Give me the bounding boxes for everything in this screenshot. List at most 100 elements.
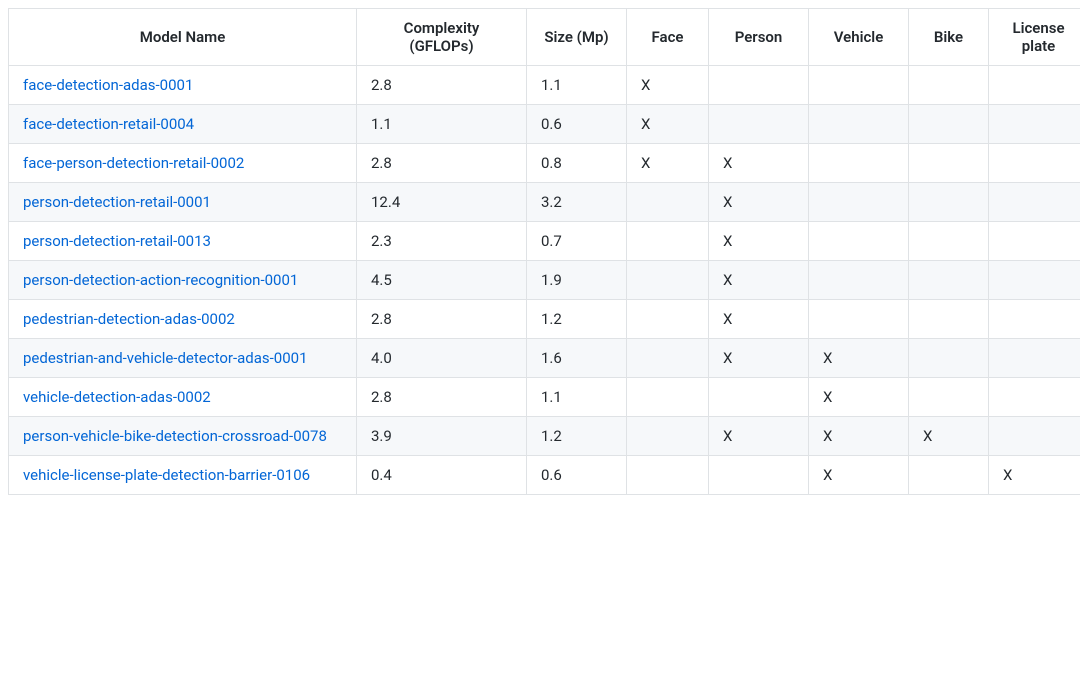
cell-face xyxy=(627,300,709,339)
cell-model-name: person-vehicle-bike-detection-crossroad-… xyxy=(9,417,357,456)
table-row: vehicle-license-plate-detection-barrier-… xyxy=(9,456,1080,495)
model-link[interactable]: vehicle-detection-adas-0002 xyxy=(23,388,211,406)
header-face: Face xyxy=(627,9,709,66)
cell-gflops: 12.4 xyxy=(357,183,527,222)
cell-size: 0.8 xyxy=(527,144,627,183)
cell-model-name: person-detection-retail-0013 xyxy=(9,222,357,261)
cell-gflops: 2.3 xyxy=(357,222,527,261)
model-link[interactable]: person-detection-retail-0013 xyxy=(23,232,211,250)
table-row: pedestrian-detection-adas-0002 2.81.2 X xyxy=(9,300,1080,339)
header-person: Person xyxy=(709,9,809,66)
cell-vehicle: X xyxy=(809,339,909,378)
cell-vehicle: X xyxy=(809,378,909,417)
model-link[interactable]: face-detection-retail-0004 xyxy=(23,115,194,133)
cell-face xyxy=(627,261,709,300)
model-link[interactable]: face-detection-adas-0001 xyxy=(23,76,193,94)
cell-person xyxy=(709,378,809,417)
table-row: pedestrian-and-vehicle-detector-adas-000… xyxy=(9,339,1080,378)
cell-gflops: 1.1 xyxy=(357,105,527,144)
model-link[interactable]: person-detection-action-recognition-0001 xyxy=(23,271,298,289)
cell-gflops: 2.8 xyxy=(357,300,527,339)
cell-vehicle xyxy=(809,105,909,144)
cell-bike xyxy=(909,105,989,144)
cell-model-name: face-detection-adas-0001 xyxy=(9,66,357,105)
table-row: face-detection-retail-0004 1.10.6X xyxy=(9,105,1080,144)
table-row: person-vehicle-bike-detection-crossroad-… xyxy=(9,417,1080,456)
model-link[interactable]: person-detection-retail-0001 xyxy=(23,193,211,211)
cell-vehicle xyxy=(809,261,909,300)
cell-size: 1.2 xyxy=(527,300,627,339)
table-header-row: Model Name Complexity (GFLOPs) Size (Mp)… xyxy=(9,9,1080,66)
header-vehicle: Vehicle xyxy=(809,9,909,66)
table-row: vehicle-detection-adas-0002 2.81.1 X xyxy=(9,378,1080,417)
cell-model-name: face-person-detection-retail-0002 xyxy=(9,144,357,183)
cell-person: X xyxy=(709,261,809,300)
cell-vehicle xyxy=(809,183,909,222)
cell-person xyxy=(709,105,809,144)
cell-bike xyxy=(909,144,989,183)
cell-size: 3.2 xyxy=(527,183,627,222)
cell-model-name: pedestrian-detection-adas-0002 xyxy=(9,300,357,339)
cell-person: X xyxy=(709,144,809,183)
header-complexity: Complexity (GFLOPs) xyxy=(357,9,527,66)
cell-face xyxy=(627,456,709,495)
header-size: Size (Mp) xyxy=(527,9,627,66)
cell-size: 0.6 xyxy=(527,105,627,144)
model-link[interactable]: vehicle-license-plate-detection-barrier-… xyxy=(23,466,310,484)
cell-bike xyxy=(909,183,989,222)
cell-gflops: 2.8 xyxy=(357,144,527,183)
cell-face: X xyxy=(627,144,709,183)
cell-size: 1.1 xyxy=(527,378,627,417)
cell-bike xyxy=(909,261,989,300)
cell-bike xyxy=(909,339,989,378)
cell-size: 1.1 xyxy=(527,66,627,105)
table-row: person-detection-retail-0013 2.30.7 X xyxy=(9,222,1080,261)
cell-bike: X xyxy=(909,417,989,456)
cell-license xyxy=(989,300,1080,339)
cell-size: 1.2 xyxy=(527,417,627,456)
model-link[interactable]: person-vehicle-bike-detection-crossroad-… xyxy=(23,427,327,445)
cell-gflops: 2.8 xyxy=(357,378,527,417)
cell-license xyxy=(989,222,1080,261)
cell-license xyxy=(989,105,1080,144)
cell-face: X xyxy=(627,105,709,144)
cell-face xyxy=(627,378,709,417)
model-link[interactable]: pedestrian-detection-adas-0002 xyxy=(23,310,235,328)
cell-person: X xyxy=(709,339,809,378)
model-link[interactable]: pedestrian-and-vehicle-detector-adas-000… xyxy=(23,349,308,367)
cell-license xyxy=(989,66,1080,105)
cell-license xyxy=(989,339,1080,378)
cell-license xyxy=(989,144,1080,183)
cell-model-name: vehicle-license-plate-detection-barrier-… xyxy=(9,456,357,495)
cell-gflops: 2.8 xyxy=(357,66,527,105)
cell-model-name: vehicle-detection-adas-0002 xyxy=(9,378,357,417)
cell-face xyxy=(627,417,709,456)
cell-vehicle xyxy=(809,300,909,339)
cell-vehicle: X xyxy=(809,456,909,495)
cell-bike xyxy=(909,222,989,261)
cell-size: 0.7 xyxy=(527,222,627,261)
model-link[interactable]: face-person-detection-retail-0002 xyxy=(23,154,244,172)
cell-model-name: person-detection-action-recognition-0001 xyxy=(9,261,357,300)
cell-gflops: 4.0 xyxy=(357,339,527,378)
cell-model-name: person-detection-retail-0001 xyxy=(9,183,357,222)
cell-face: X xyxy=(627,66,709,105)
cell-size: 0.6 xyxy=(527,456,627,495)
cell-person: X xyxy=(709,417,809,456)
cell-gflops: 3.9 xyxy=(357,417,527,456)
cell-size: 1.6 xyxy=(527,339,627,378)
cell-face xyxy=(627,222,709,261)
cell-person: X xyxy=(709,300,809,339)
table-row: face-detection-adas-0001 2.81.1X xyxy=(9,66,1080,105)
cell-bike xyxy=(909,300,989,339)
cell-face xyxy=(627,183,709,222)
cell-person: X xyxy=(709,183,809,222)
table-row: face-person-detection-retail-00022.80.8X… xyxy=(9,144,1080,183)
cell-license xyxy=(989,417,1080,456)
table-row: person-detection-retail-0001 12.43.2 X xyxy=(9,183,1080,222)
cell-bike xyxy=(909,456,989,495)
cell-vehicle xyxy=(809,144,909,183)
cell-person: X xyxy=(709,222,809,261)
cell-person xyxy=(709,456,809,495)
header-license-plate: License plate xyxy=(989,9,1080,66)
